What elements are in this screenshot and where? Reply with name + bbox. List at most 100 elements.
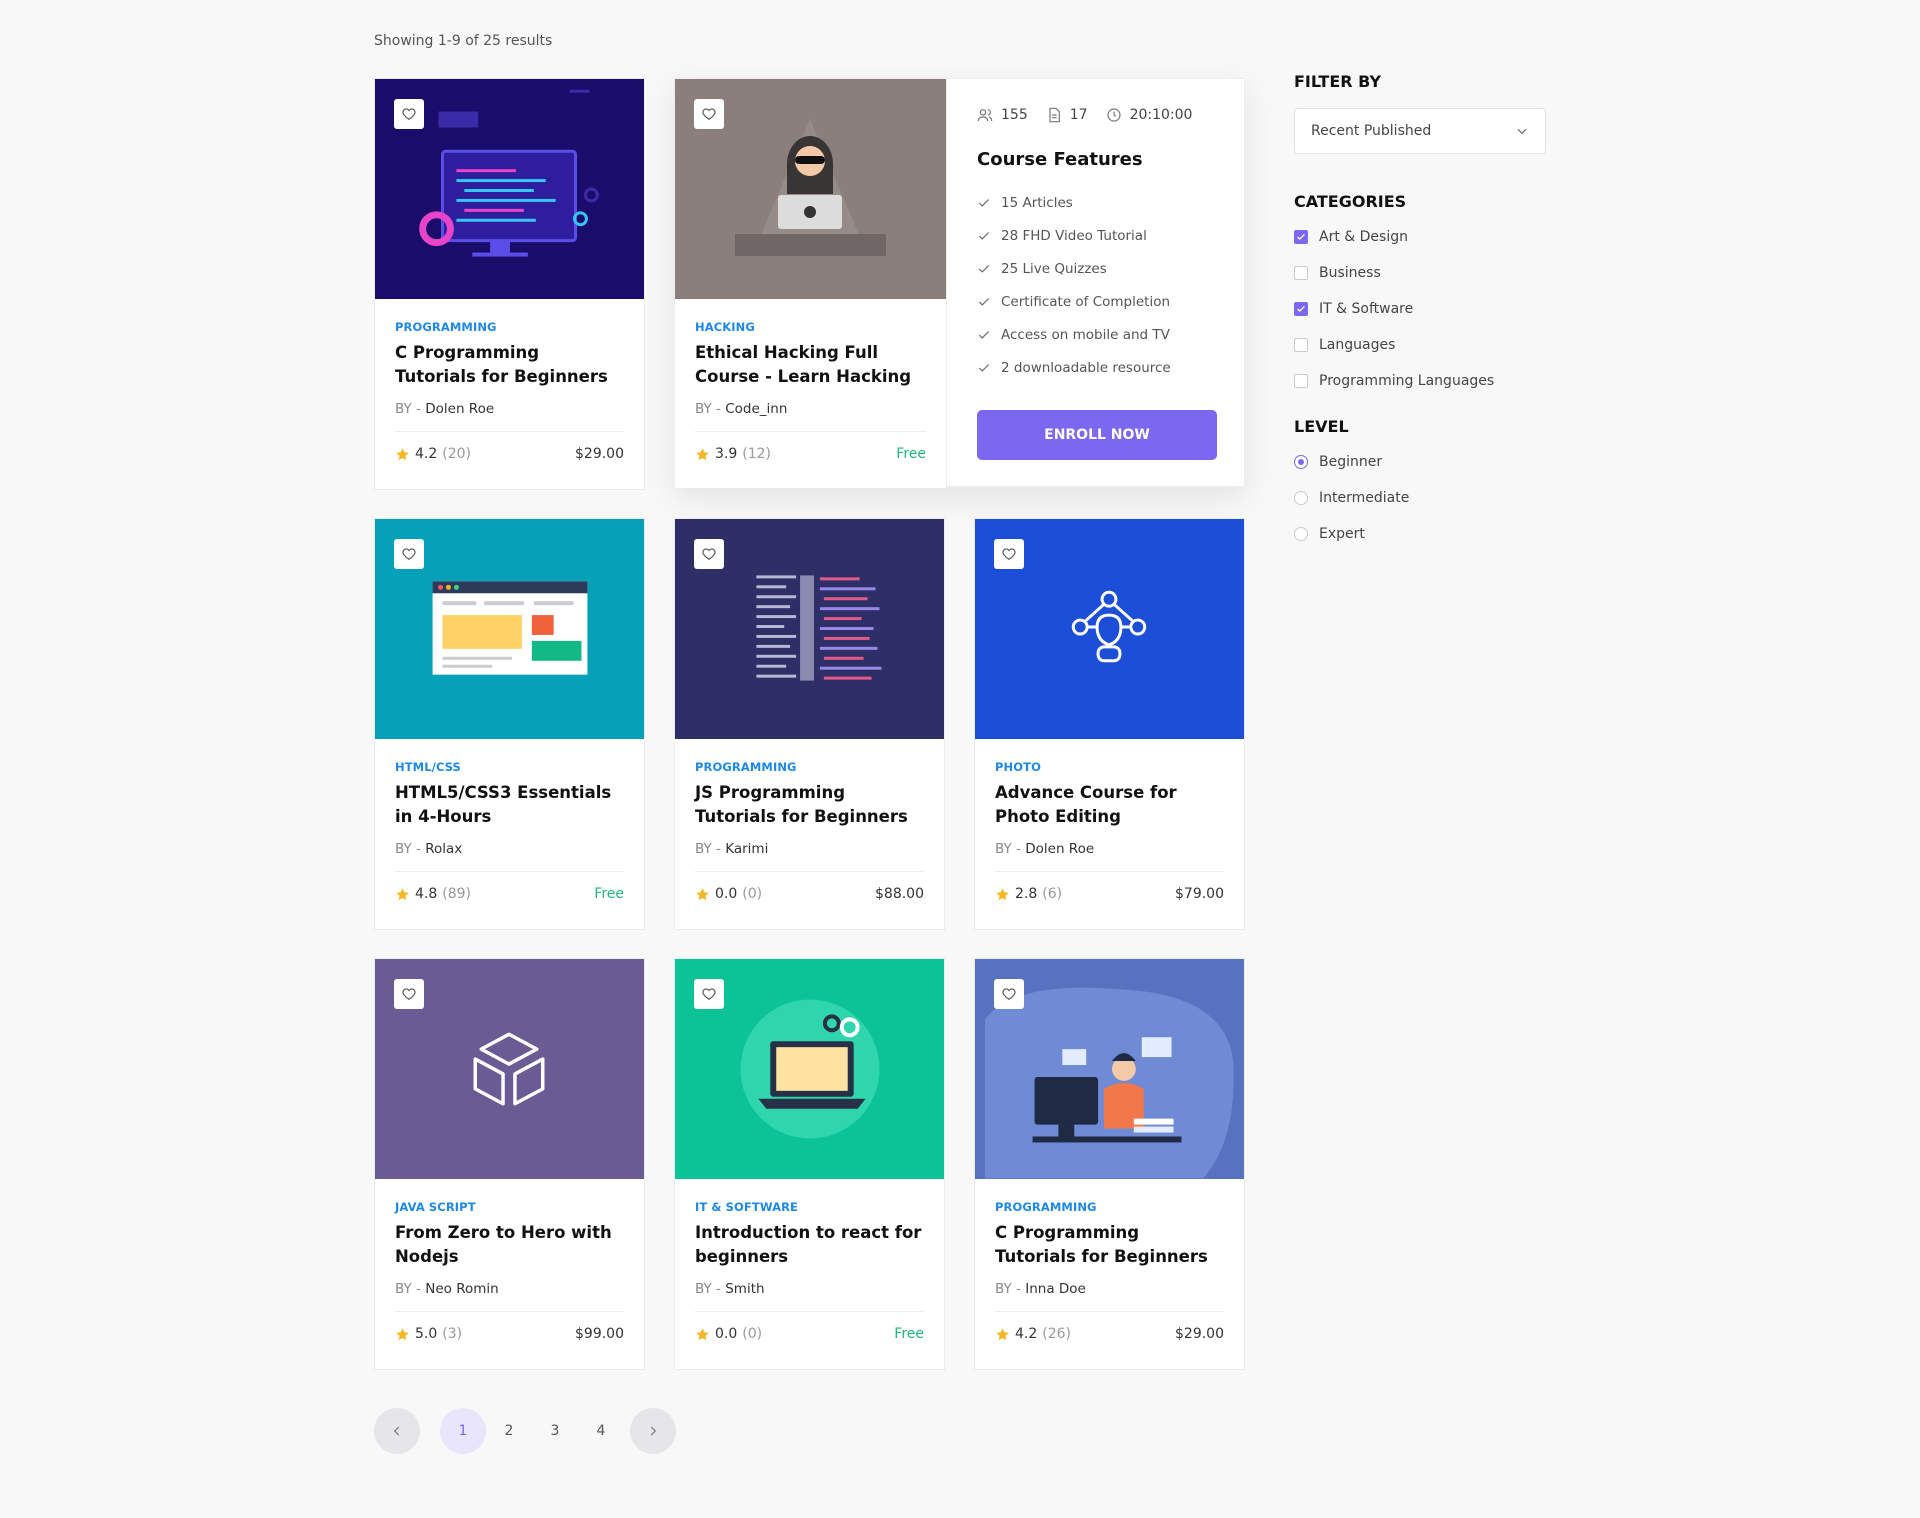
duration-value: 20:10:00 [1129,107,1193,123]
course-category[interactable]: HTML/CSS [395,760,624,774]
by-label: BY - [695,841,721,857]
review-count: (12) [742,446,772,462]
course-category[interactable]: IT & SOFTWARE [695,1200,924,1214]
star-icon [396,887,409,900]
checkbox[interactable] [1294,230,1308,244]
course-price: Free [896,446,926,462]
level-option[interactable]: Beginner [1294,444,1546,480]
course-instructor: BY - Smith [695,1281,924,1297]
wishlist-button[interactable] [694,99,724,129]
author-name[interactable]: Dolen Roe [1025,841,1094,857]
check-icon [978,198,990,207]
course-category[interactable]: PROGRAMMING [395,320,624,334]
course-category[interactable]: PHOTO [995,760,1224,774]
course-title[interactable]: From Zero to Hero with Nodejs [395,1221,624,1269]
course-instructor: BY - Neo Romin [395,1281,624,1297]
course-card[interactable]: PROGRAMMING JS Programming Tutorials for… [674,518,945,930]
review-count: (20) [442,446,472,462]
wishlist-button[interactable] [394,99,424,129]
enroll-now-button[interactable]: ENROLL NOW [977,410,1217,460]
author-name[interactable]: Neo Romin [425,1281,498,1297]
course-card[interactable]: HTML/CSS HTML5/CSS3 Essentials in 4-Hour… [374,518,645,930]
course-category[interactable]: PROGRAMMING [695,760,924,774]
radio[interactable] [1294,527,1308,541]
divider [995,871,1224,872]
course-category[interactable]: PROGRAMMING [995,1200,1224,1214]
course-title[interactable]: Introduction to react for beginners [695,1221,924,1269]
wishlist-button[interactable] [394,979,424,1009]
page-4[interactable]: 4 [578,1408,624,1454]
course-card[interactable]: PROGRAMMING C Programming Tutorials for … [974,958,1245,1370]
checkbox[interactable] [1294,338,1308,352]
course-instructor: BY - Inna Doe [995,1281,1224,1297]
page-1[interactable]: 1 [440,1408,486,1454]
category-option[interactable]: IT & Software [1294,291,1546,327]
feature-label: Certificate of Completion [1001,293,1171,310]
author-name[interactable]: Rolax [425,841,462,857]
divider [695,431,926,432]
category-option[interactable]: Programming Languages [1294,363,1546,399]
category-label: Art & Design [1319,229,1408,245]
author-name[interactable]: Smith [725,1281,764,1297]
category-option[interactable]: Art & Design [1294,219,1546,255]
course-thumbnail [675,959,944,1179]
course-title[interactable]: Ethical Hacking Full Course - Learn Hack… [695,341,926,389]
checkbox[interactable] [1294,266,1308,280]
level-option[interactable]: Expert [1294,516,1546,552]
next-page-button[interactable] [630,1408,676,1454]
by-label: BY - [695,401,721,417]
heart-icon [402,108,416,120]
file-icon [1049,107,1060,123]
wishlist-button[interactable] [394,539,424,569]
course-price: $29.00 [1175,1326,1224,1342]
star-icon [396,447,409,460]
category-option[interactable]: Business [1294,255,1546,291]
course-card[interactable]: JAVA SCRIPT From Zero to Hero with Nodej… [374,958,645,1370]
course-rating: 4.2 (26) [995,1326,1071,1342]
featured-course-card[interactable]: HACKING Ethical Hacking Full Course - Le… [674,78,1245,488]
checkbox[interactable] [1294,374,1308,388]
course-price: Free [894,1326,924,1342]
wishlist-button[interactable] [994,979,1024,1009]
course-category[interactable]: HACKING [695,320,926,334]
course-card[interactable]: PROGRAMMING C Programming Tutorials for … [374,78,645,490]
feature-label: 2 downloadable resource [1001,359,1171,376]
by-label: BY - [695,1281,721,1297]
wishlist-button[interactable] [694,979,724,1009]
author-name[interactable]: Karimi [725,841,768,857]
star-icon [696,447,709,460]
author-name[interactable]: Code_inn [725,401,787,417]
course-rating: 4.2 (20) [395,446,471,462]
course-title[interactable]: C Programming Tutorials for Beginners [395,341,624,389]
author-name[interactable]: Dolen Roe [425,401,494,417]
filter-sidebar: FILTER BY Recent Published CATEGORIES Ar… [1294,72,1546,552]
radio[interactable] [1294,455,1308,469]
rating-value: 4.2 [1015,1326,1038,1342]
wishlist-button[interactable] [694,539,724,569]
prev-page-button[interactable] [374,1408,420,1454]
course-title[interactable]: Advance Course for Photo Editing [995,781,1224,829]
radio[interactable] [1294,491,1308,505]
level-label: Expert [1319,526,1365,542]
level-option[interactable]: Intermediate [1294,480,1546,516]
category-option[interactable]: Languages [1294,327,1546,363]
course-title[interactable]: HTML5/CSS3 Essentials in 4-Hours [395,781,624,829]
course-title[interactable]: JS Programming Tutorials for Beginners [695,781,924,829]
check-icon [978,264,990,273]
checkbox[interactable] [1294,302,1308,316]
course-card[interactable]: PHOTO Advance Course for Photo Editing B… [974,518,1245,930]
course-thumbnail [975,519,1244,739]
course-price: $99.00 [575,1326,624,1342]
page-2[interactable]: 2 [486,1408,532,1454]
course-category[interactable]: JAVA SCRIPT [395,1200,624,1214]
course-card[interactable]: IT & SOFTWARE Introduction to react for … [674,958,945,1370]
author-name[interactable]: Inna Doe [1025,1281,1086,1297]
course-card[interactable]: HACKING Ethical Hacking Full Course - Le… [675,79,946,488]
wishlist-button[interactable] [994,539,1024,569]
chevron-left-icon [393,1426,400,1436]
course-title[interactable]: C Programming Tutorials for Beginners [995,1221,1224,1269]
sort-dropdown[interactable]: Recent Published [1294,108,1546,154]
check-icon [978,363,990,372]
filter-heading: FILTER BY [1294,72,1382,91]
page-3[interactable]: 3 [532,1408,578,1454]
